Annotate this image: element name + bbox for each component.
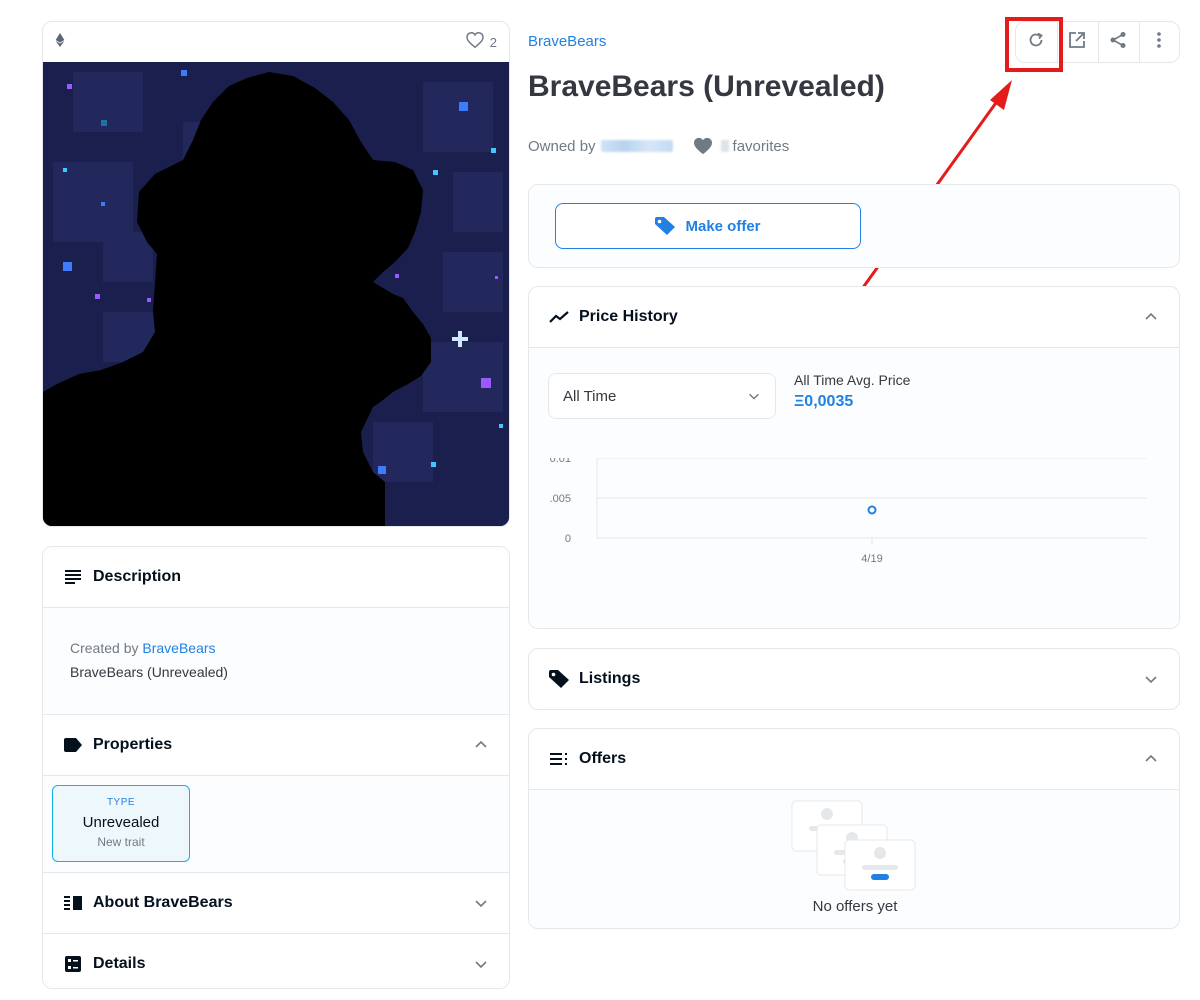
avg-price-label: All Time Avg. Price: [794, 372, 911, 388]
price-history-panel: Price History All Time All Time Avg. Pri…: [528, 286, 1180, 629]
favorites-count-blurred: [720, 140, 729, 152]
y-tick-label: 0.01: [550, 458, 571, 465]
tag-icon: [63, 735, 83, 755]
tag-icon: [549, 669, 569, 689]
more-options-button[interactable]: [1139, 22, 1179, 62]
no-offers-text: No offers yet: [812, 898, 898, 915]
details-header[interactable]: Details: [43, 934, 509, 988]
open-external-button[interactable]: [1057, 22, 1097, 62]
property-rarity: New trait: [97, 835, 145, 849]
chevron-up-icon[interactable]: [473, 737, 489, 753]
empty-offers-illustration: [791, 800, 917, 897]
ethereum-icon: [55, 32, 65, 52]
offers-header[interactable]: Offers: [529, 729, 1179, 789]
image-card-header: 2: [43, 22, 509, 62]
asset-title: BraveBears (Unrevealed): [528, 70, 885, 103]
details-title: Details: [93, 955, 146, 972]
y-tick-label: .005: [550, 493, 571, 505]
y-tick-label: 0: [565, 533, 571, 545]
price-history-body: All Time All Time Avg. Price Ξ0,0035 0.0…: [529, 348, 1179, 628]
description-header[interactable]: Description: [43, 547, 509, 607]
property-type: TYPE: [106, 797, 136, 808]
properties-title: Properties: [93, 736, 173, 753]
owner-row: Owned by favorites: [528, 137, 789, 155]
about-icon: [63, 893, 83, 913]
annotation-highlight-box: [1005, 17, 1063, 72]
description-icon: [63, 567, 83, 587]
owner-link[interactable]: [600, 140, 673, 152]
make-offer-button[interactable]: Make offer: [555, 203, 861, 249]
favorite-count: 2: [489, 34, 497, 50]
favorites-label: favorites: [732, 137, 790, 155]
price-history-header[interactable]: Price History: [529, 287, 1179, 347]
listings-title: Listings: [579, 670, 641, 687]
share-button[interactable]: [1098, 22, 1138, 62]
chevron-down-icon[interactable]: [1143, 671, 1159, 687]
about-title: About BraveBears: [93, 894, 233, 911]
owned-by-label: Owned by: [528, 137, 596, 155]
property-trait-card[interactable]: TYPE Unrevealed New trait: [52, 785, 190, 862]
nft-image[interactable]: [43, 62, 509, 526]
created-by-label: Created by: [70, 640, 139, 656]
x-tick-label: 4/19: [861, 553, 882, 565]
chevron-down-icon[interactable]: [473, 895, 489, 911]
asset-image-card: 2: [42, 21, 510, 527]
share-icon: [1109, 31, 1127, 54]
trending-icon: [549, 307, 569, 327]
price-point[interactable]: [867, 505, 877, 515]
heart-icon: [693, 137, 713, 155]
offers-panel: Offers No offers yet: [528, 728, 1180, 929]
avg-price-value: Ξ0,0035: [794, 393, 854, 410]
description-title: Description: [93, 568, 182, 585]
offers-title: Offers: [579, 750, 627, 767]
chevron-down-icon: [747, 389, 761, 403]
more-vertical-icon: [1156, 31, 1162, 54]
time-range-select[interactable]: All Time: [548, 373, 776, 419]
chevron-up-icon[interactable]: [1143, 751, 1159, 767]
price-history-title: Price History: [579, 308, 678, 325]
tag-icon: [655, 217, 676, 235]
properties-header[interactable]: Properties: [43, 715, 509, 775]
make-offer-label: Make offer: [685, 217, 761, 235]
description-text: BraveBears (Unrevealed): [70, 664, 228, 680]
trade-panel: Make offer: [528, 184, 1180, 268]
heart-icon[interactable]: [466, 31, 484, 53]
chevron-up-icon[interactable]: [1143, 309, 1159, 325]
properties-body: TYPE Unrevealed New trait: [43, 776, 509, 872]
about-header[interactable]: About BraveBears: [43, 873, 509, 933]
time-range-value: All Time: [563, 387, 617, 405]
description-body: Created by BraveBears BraveBears (Unreve…: [43, 608, 509, 714]
chevron-down-icon[interactable]: [473, 956, 489, 972]
offers-list-icon: [549, 749, 569, 769]
listings-panel: Listings: [528, 648, 1180, 710]
collection-link[interactable]: BraveBears: [528, 33, 606, 50]
external-link-icon: [1068, 31, 1086, 54]
price-history-chart: 0.01 .005 0 4/19: [550, 458, 1147, 565]
creator-link[interactable]: BraveBears: [142, 640, 215, 656]
details-icon: [63, 954, 83, 974]
listings-header[interactable]: Listings: [529, 649, 1179, 709]
offers-empty-state: No offers yet: [529, 790, 1179, 928]
property-value: Unrevealed: [82, 814, 160, 831]
asset-details-panel: Description Created by BraveBears BraveB…: [42, 546, 510, 989]
